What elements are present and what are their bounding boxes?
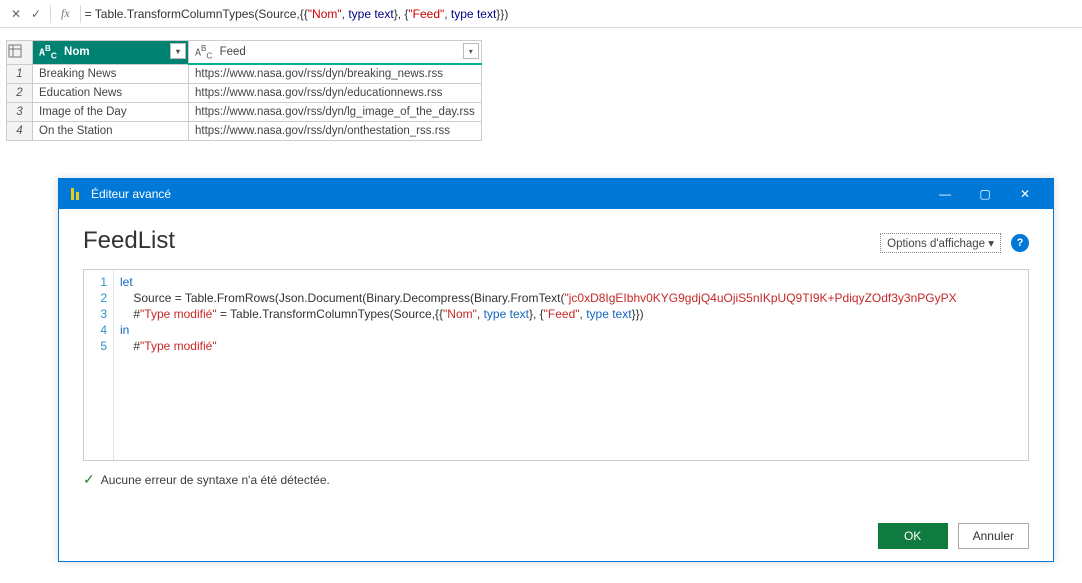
separator: [50, 5, 51, 23]
column-header-nom[interactable]: ABC Nom ▾: [33, 41, 189, 65]
code-text[interactable]: let Source = Table.FromRows(Json.Documen…: [114, 270, 1028, 460]
dialog-titlebar[interactable]: Éditeur avancé — ▢ ✕: [59, 179, 1053, 209]
minimize-button[interactable]: —: [925, 179, 965, 209]
cell-feed[interactable]: https://www.nasa.gov/rss/dyn/breaking_ne…: [189, 64, 482, 84]
code-editor[interactable]: 12345 let Source = Table.FromRows(Json.D…: [83, 269, 1029, 461]
abc-type-icon: ABC: [39, 44, 57, 60]
dialog-title: Éditeur avancé: [91, 187, 925, 201]
formula-cancel-icon[interactable]: ✕: [6, 4, 26, 24]
abc-type-icon: ABC: [195, 44, 212, 60]
formula-bar: ✕ ✓ fx = Table.TransformColumnTypes(Sour…: [0, 0, 1082, 28]
row-number: 4: [7, 122, 33, 141]
app-icon: [67, 186, 83, 202]
cell-nom[interactable]: Breaking News: [33, 64, 189, 84]
cell-feed[interactable]: https://www.nasa.gov/rss/dyn/educationne…: [189, 84, 482, 103]
chevron-down-icon[interactable]: ▾: [463, 43, 479, 59]
column-header-feed[interactable]: ABC Feed ▾: [189, 41, 482, 65]
close-button[interactable]: ✕: [1005, 179, 1045, 209]
table-icon: [8, 44, 22, 58]
column-label: Feed: [220, 46, 246, 58]
query-name-heading: FeedList: [83, 227, 175, 255]
cell-nom[interactable]: Image of the Day: [33, 103, 189, 122]
fx-label: fx: [61, 6, 70, 21]
help-icon[interactable]: ?: [1011, 234, 1029, 252]
ok-button[interactable]: OK: [878, 523, 948, 549]
formula-accept-icon[interactable]: ✓: [26, 4, 46, 24]
table-row[interactable]: 1Breaking Newshttps://www.nasa.gov/rss/d…: [7, 64, 482, 84]
cell-nom[interactable]: Education News: [33, 84, 189, 103]
column-label: Nom: [64, 46, 90, 58]
cancel-button[interactable]: Annuler: [958, 523, 1029, 549]
formula-input[interactable]: = Table.TransformColumnTypes(Source,{{"N…: [85, 7, 509, 21]
row-number: 3: [7, 103, 33, 122]
syntax-status: ✓ Aucune erreur de syntaxe n'a été détec…: [83, 471, 1029, 488]
line-number-gutter: 12345: [84, 270, 114, 460]
table-corner[interactable]: [7, 41, 33, 65]
row-number: 1: [7, 64, 33, 84]
chevron-down-icon[interactable]: ▾: [170, 43, 186, 59]
table-row[interactable]: 2Education Newshttps://www.nasa.gov/rss/…: [7, 84, 482, 103]
advanced-editor-dialog: Éditeur avancé — ▢ ✕ FeedList Options d'…: [58, 178, 1054, 562]
check-icon: ✓: [83, 471, 95, 488]
display-options-dropdown[interactable]: Options d'affichage ▾: [880, 233, 1001, 253]
cell-nom[interactable]: On the Station: [33, 122, 189, 141]
cell-feed[interactable]: https://www.nasa.gov/rss/dyn/onthestatio…: [189, 122, 482, 141]
row-number: 2: [7, 84, 33, 103]
table-row[interactable]: 4On the Stationhttps://www.nasa.gov/rss/…: [7, 122, 482, 141]
maximize-button[interactable]: ▢: [965, 179, 1005, 209]
separator: [80, 5, 81, 23]
table-row[interactable]: 3Image of the Dayhttps://www.nasa.gov/rs…: [7, 103, 482, 122]
status-text: Aucune erreur de syntaxe n'a été détecté…: [101, 473, 330, 487]
cell-feed[interactable]: https://www.nasa.gov/rss/dyn/lg_image_of…: [189, 103, 482, 122]
query-preview-table: ABC Nom ▾ ABC Feed ▾ 1Breaking Newshttps…: [6, 40, 482, 141]
